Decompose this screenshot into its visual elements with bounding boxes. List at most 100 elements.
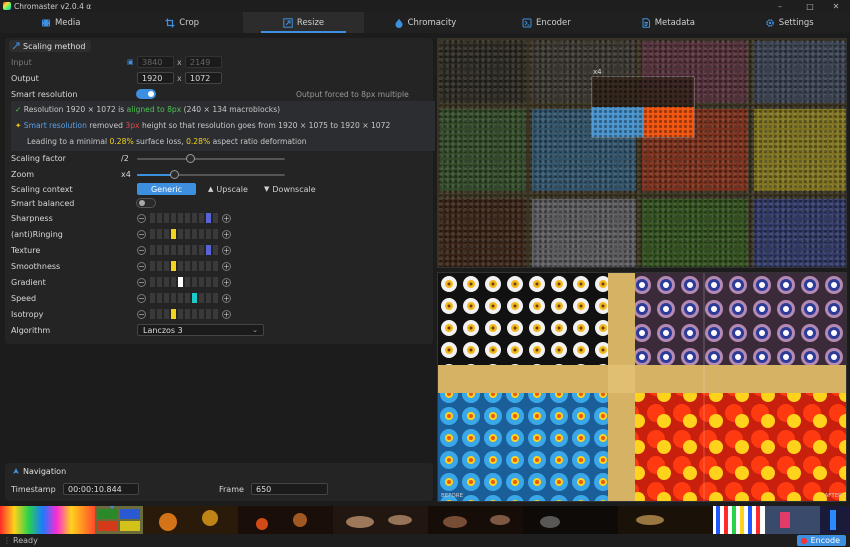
decrease-button[interactable]: − [137,294,146,303]
playhead-marker[interactable] [109,506,115,509]
level-step[interactable] [213,229,218,239]
level-step[interactable] [199,261,204,271]
level-step[interactable] [213,213,218,223]
minimize-button[interactable]: – [766,0,794,12]
timeline-strip[interactable] [0,506,850,534]
increase-button[interactable]: + [222,262,231,271]
level-step[interactable] [150,245,155,255]
tab-media[interactable]: Media [0,12,121,33]
level-step[interactable] [192,261,197,271]
algorithm-select[interactable]: Lanczos 3 ⌄ [137,324,264,336]
level-step[interactable] [192,309,197,319]
level-step[interactable] [206,245,211,255]
level-step[interactable] [164,293,169,303]
timestamp-field[interactable]: 00:00:10.844 [63,483,139,495]
level-step[interactable] [199,229,204,239]
level-step[interactable] [164,245,169,255]
level-selector[interactable] [150,277,218,287]
level-step[interactable] [185,277,190,287]
level-step[interactable] [199,245,204,255]
level-step[interactable] [157,213,162,223]
decrease-button[interactable]: − [137,262,146,271]
level-step[interactable] [164,277,169,287]
context-generic-button[interactable]: Generic [137,183,196,195]
level-selector[interactable] [150,309,218,319]
level-step[interactable] [213,261,218,271]
encode-button[interactable]: Encode [796,535,846,546]
level-step[interactable] [206,261,211,271]
level-step[interactable] [164,261,169,271]
level-step[interactable] [150,293,155,303]
level-step[interactable] [157,261,162,271]
level-step[interactable] [178,229,183,239]
scaling-factor-slider[interactable] [137,154,285,164]
level-step[interactable] [206,293,211,303]
output-width-field[interactable]: 1920 [137,72,174,84]
level-step[interactable] [206,277,211,287]
level-step[interactable] [206,213,211,223]
level-step[interactable] [171,261,176,271]
smart-resolution-toggle[interactable] [136,89,156,99]
tab-settings[interactable]: Settings [729,12,850,33]
slider-knob[interactable] [186,154,195,163]
level-step[interactable] [171,293,176,303]
link-icon[interactable]: ▣ [127,58,134,66]
increase-button[interactable]: + [222,214,231,223]
tab-crop[interactable]: Crop [121,12,242,33]
level-selector[interactable] [150,213,218,223]
level-step[interactable] [192,245,197,255]
slider-knob[interactable] [170,170,179,179]
level-step[interactable] [192,293,197,303]
level-step[interactable] [185,293,190,303]
level-step[interactable] [199,293,204,303]
level-selector[interactable] [150,261,218,271]
level-step[interactable] [157,245,162,255]
level-step[interactable] [157,293,162,303]
smart-balanced-toggle[interactable] [136,198,156,208]
level-step[interactable] [185,245,190,255]
context-upscale-button[interactable]: ▲ Upscale [208,183,248,195]
level-step[interactable] [185,261,190,271]
level-selector[interactable] [150,293,218,303]
level-step[interactable] [185,309,190,319]
level-step[interactable] [199,277,204,287]
increase-button[interactable]: + [222,230,231,239]
zoom-slider[interactable] [137,170,285,180]
level-step[interactable] [178,293,183,303]
frame-field[interactable]: 650 [251,483,328,495]
level-selector[interactable] [150,245,218,255]
decrease-button[interactable]: − [137,278,146,287]
level-step[interactable] [213,309,218,319]
level-step[interactable] [150,261,155,271]
level-step[interactable] [178,309,183,319]
level-step[interactable] [164,213,169,223]
increase-button[interactable]: + [222,294,231,303]
level-step[interactable] [213,293,218,303]
level-step[interactable] [178,245,183,255]
output-height-field[interactable]: 1072 [185,72,222,84]
level-step[interactable] [213,245,218,255]
level-step[interactable] [199,213,204,223]
tab-resize[interactable]: Resize [242,12,365,33]
level-step[interactable] [185,229,190,239]
level-step[interactable] [150,213,155,223]
level-step[interactable] [178,213,183,223]
decrease-button[interactable]: − [137,246,146,255]
level-step[interactable] [157,309,162,319]
level-step[interactable] [150,229,155,239]
tab-chromacity[interactable]: Chromacity [364,12,485,33]
level-step[interactable] [206,229,211,239]
level-step[interactable] [171,229,176,239]
level-step[interactable] [171,245,176,255]
tab-metadata[interactable]: Metadata [607,12,728,33]
level-step[interactable] [192,229,197,239]
level-step[interactable] [171,309,176,319]
level-step[interactable] [150,277,155,287]
level-step[interactable] [199,309,204,319]
level-step[interactable] [157,277,162,287]
level-step[interactable] [171,213,176,223]
overview-preview[interactable]: x4 [437,38,847,268]
level-step[interactable] [213,277,218,287]
level-step[interactable] [164,309,169,319]
level-step[interactable] [164,229,169,239]
